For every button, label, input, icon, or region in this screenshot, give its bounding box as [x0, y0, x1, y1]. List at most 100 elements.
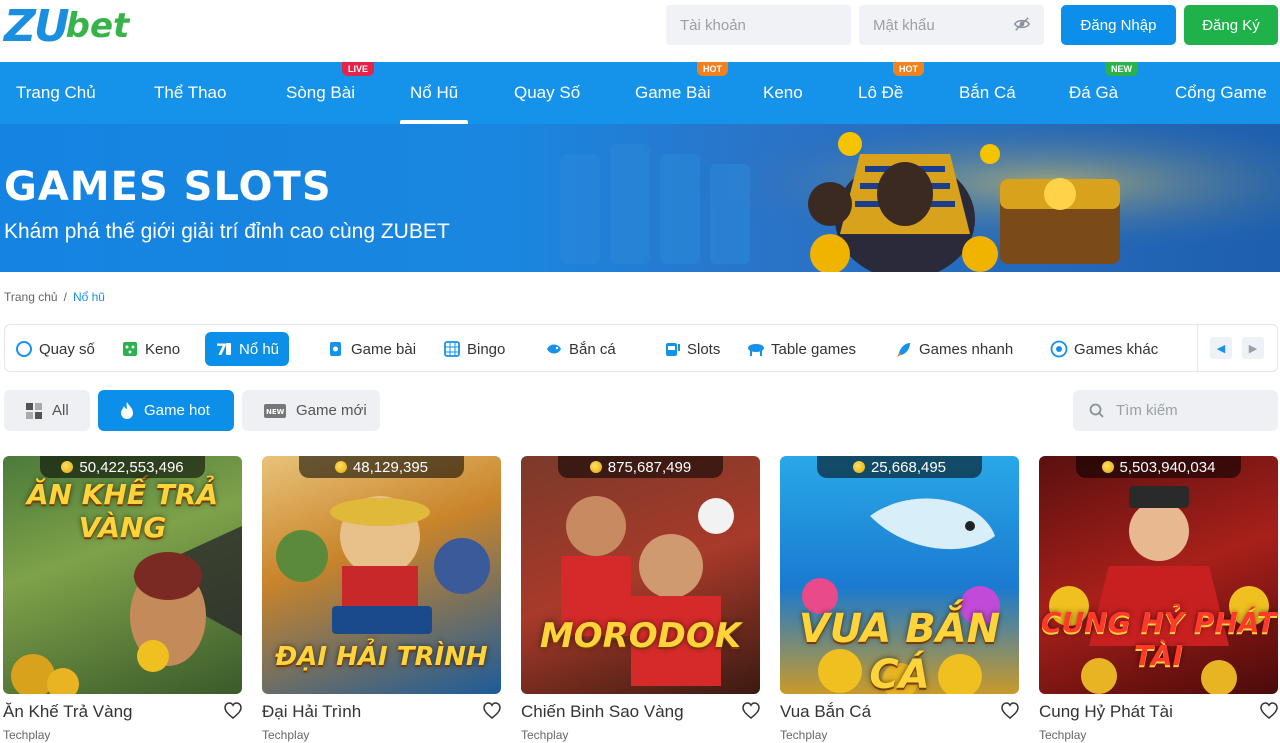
category-label: Nổ hũ [239, 340, 280, 358]
heart-icon[interactable] [483, 702, 501, 720]
jackpot-badge: 48,129,395 [299, 456, 464, 478]
main-nav: Trang Chủ Thể Thao Sòng Bài LIVE Nổ Hũ Q… [0, 62, 1280, 124]
category-label: Games khác [1074, 340, 1159, 358]
filter-hot[interactable]: Game hot [98, 390, 234, 431]
category-bingo[interactable]: Bingo [433, 332, 515, 366]
hot-badge: HOT [893, 62, 924, 76]
category-label: Bắn cá [569, 340, 616, 358]
coin-icon [61, 461, 74, 473]
category-label: Table games [771, 340, 857, 358]
header: ZUbet Đăng Nhập Đăng Ký [0, 0, 1280, 62]
game-provider: Techplay [1039, 728, 1087, 742]
game-card[interactable]: ĐẠI HẢI TRÌNH 48,129,395 Đại Hải Trình T… [262, 456, 501, 742]
jackpot-badge: 875,687,499 [558, 456, 723, 478]
ball-icon [1050, 340, 1068, 358]
category-fishing[interactable]: Bắn cá [535, 332, 626, 366]
game-thumbnail[interactable]: VUA BẮN CÁ 25,668,495 [780, 456, 1019, 694]
hot-badge: HOT [697, 62, 728, 76]
flame-icon [121, 402, 133, 419]
slot-icon: 7 [216, 340, 231, 358]
heart-icon[interactable] [1001, 702, 1019, 720]
heart-icon[interactable] [1260, 702, 1278, 720]
grid-icon [26, 402, 42, 419]
eye-off-icon[interactable] [1013, 15, 1031, 33]
nav-label: Cổng Game [1175, 83, 1267, 102]
nav-label: Keno [763, 83, 803, 102]
search-input[interactable]: Tìm kiếm [1073, 390, 1278, 431]
game-name: Ăn Khế Trả Vàng [3, 702, 133, 721]
search-icon [1089, 403, 1104, 418]
nav-item-keno[interactable]: Keno [763, 62, 803, 124]
category-slots-jackpot[interactable]: 7 Nổ hũ [205, 332, 290, 366]
game-provider: Techplay [262, 728, 310, 742]
zubet-logo[interactable]: ZU bet [4, 1, 130, 52]
game-card[interactable]: ĂN KHẾ TRẢ VÀNG 50,422,553,496 Ăn Khế Tr… [3, 456, 242, 742]
breadcrumb: Trang chủ / Nổ hũ [4, 290, 105, 304]
filter-new[interactable]: NEW Game mới [242, 390, 380, 431]
game-provider: Techplay [3, 728, 51, 742]
banner-title: GAMES SLOTS [4, 164, 332, 210]
game-thumbnail[interactable]: CUNG HỶ PHÁT TÀI 5,503,940,034 [1039, 456, 1278, 694]
breadcrumb-current: Nổ hũ [72, 290, 105, 304]
category-quick-games[interactable]: Games nhanh [885, 332, 1023, 366]
username-field[interactable] [666, 5, 851, 45]
rocket-icon [897, 343, 910, 357]
game-card[interactable]: VUA BẮN CÁ 25,668,495 Vua Bắn Cá Techpla… [780, 456, 1019, 742]
hero-banner: GAMES SLOTS Khám phá thế giới giải trí đ… [0, 124, 1280, 272]
filter-label: All [52, 402, 69, 419]
nav-label: Sòng Bài [286, 83, 355, 102]
nav-item-sports[interactable]: Thể Thao [154, 62, 226, 124]
breadcrumb-home[interactable]: Trang chủ [4, 290, 58, 304]
category-table-games[interactable]: Table games [737, 332, 866, 366]
breadcrumb-separator: / [63, 290, 67, 304]
category-slot-machines[interactable]: Slots [653, 332, 730, 366]
fish-icon [547, 344, 561, 354]
category-bar: Quay số Keno 7 Nổ hũ Game bài Bingo Bắn … [4, 324, 1278, 372]
game-thumbnail[interactable]: ĐẠI HẢI TRÌNH 48,129,395 [262, 456, 501, 694]
game-thumbnail[interactable]: MORODOK 875,687,499 [521, 456, 760, 694]
jackpot-amount: 48,129,395 [352, 458, 429, 476]
divider [1197, 325, 1198, 371]
nav-item-home[interactable]: Trang Chủ [16, 62, 96, 124]
jackpot-badge: 50,422,553,496 [40, 456, 205, 478]
nav-label: Trang Chủ [16, 83, 96, 102]
category-label: Bingo [467, 340, 506, 358]
table-icon [748, 344, 764, 356]
category-lottery[interactable]: Quay số [5, 332, 105, 366]
nav-label: Bắn Cá [959, 83, 1016, 102]
new-icon: NEW [264, 403, 286, 418]
jackpot-amount: 5,503,940,034 [1119, 458, 1216, 476]
filter-all[interactable]: All [4, 390, 90, 431]
game-card[interactable]: MORODOK 875,687,499 Chiến Binh Sao Vàng … [521, 456, 760, 742]
game-name: Chiến Binh Sao Vàng [521, 702, 684, 721]
game-provider: Techplay [521, 728, 569, 742]
nav-label: Nổ Hũ [410, 83, 459, 102]
nav-item-game-portal[interactable]: Cổng Game [1175, 62, 1267, 124]
heart-icon[interactable] [742, 702, 760, 720]
category-keno[interactable]: Keno [111, 332, 190, 366]
caret-right-icon: ▶ [1248, 342, 1258, 355]
svg-text:NEW: NEW [266, 408, 285, 416]
heart-icon[interactable] [224, 702, 242, 720]
nav-item-fishing[interactable]: Bắn Cá [959, 62, 1016, 124]
logo-bet: bet [65, 6, 130, 46]
caret-left-icon: ◀ [1216, 342, 1226, 355]
game-art-title: ĂN KHẾ TRẢ VÀNG [26, 478, 219, 544]
game-card[interactable]: CUNG HỶ PHÁT TÀI 5,503,940,034 Cung Hỷ P… [1039, 456, 1278, 742]
nav-item-lottery[interactable]: Quay Số [514, 62, 580, 124]
nav-item-slots[interactable]: Nổ Hũ [399, 62, 469, 124]
category-card-games[interactable]: Game bài [317, 332, 426, 366]
scroll-right-button[interactable]: ▶ [1242, 337, 1264, 359]
game-thumbnail[interactable]: ĂN KHẾ TRẢ VÀNG 50,422,553,496 [3, 456, 242, 694]
register-button[interactable]: Đăng Ký [1184, 5, 1278, 45]
nav-label: Lô Đề [858, 83, 904, 102]
new-badge: NEW [1105, 62, 1138, 76]
scroll-left-button[interactable]: ◀ [1210, 337, 1232, 359]
game-art-title: ĐẠI HẢI TRÌNH [275, 642, 488, 672]
search-placeholder: Tìm kiếm [1116, 402, 1178, 419]
login-button[interactable]: Đăng Nhập [1061, 5, 1176, 45]
category-other-games[interactable]: Games khác [1040, 332, 1168, 366]
game-art-title: MORODOK [539, 616, 742, 656]
bingo-icon [444, 341, 460, 357]
coin-icon [852, 461, 865, 473]
